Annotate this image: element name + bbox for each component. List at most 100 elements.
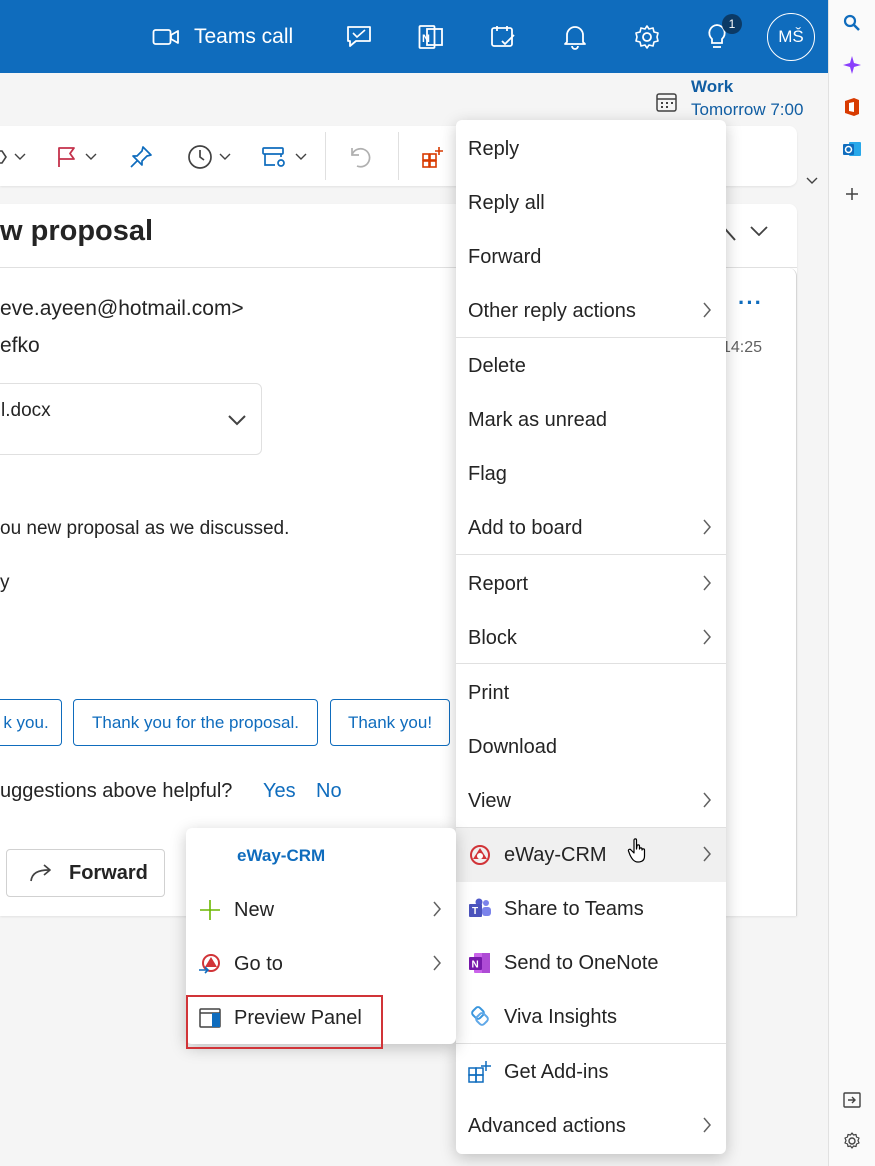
my-day-button[interactable] xyxy=(490,0,516,73)
forward-arrow-icon xyxy=(30,864,51,882)
submenu-item-label: New xyxy=(234,898,275,921)
menu-item-send-to-onenote[interactable]: N Send to OneNote xyxy=(456,936,726,990)
onenote-icon: N xyxy=(418,24,443,49)
chevron-right-icon xyxy=(703,846,711,862)
undo-button[interactable] xyxy=(347,142,373,172)
menu-item-reply-all[interactable]: Reply all xyxy=(456,176,726,230)
forward-button[interactable]: Forward xyxy=(6,849,165,897)
clock-icon xyxy=(188,145,212,169)
submenu-item-label: Go to xyxy=(234,952,283,975)
menu-item-advanced-actions[interactable]: Advanced actions xyxy=(456,1099,726,1153)
chevron-right-icon xyxy=(433,955,441,971)
outlook-icon[interactable] xyxy=(841,138,863,160)
undo-icon xyxy=(351,147,371,168)
menu-item-print[interactable]: Print xyxy=(456,666,726,720)
menu-item-get-add-ins[interactable]: Get Add-ins xyxy=(456,1045,726,1099)
menu-item-label: Send to OneNote xyxy=(504,951,659,974)
chevron-down-icon xyxy=(295,153,307,160)
rail-settings-icon[interactable] xyxy=(841,1130,863,1152)
chevron-right-icon xyxy=(703,302,711,318)
chevron-down-icon xyxy=(85,153,97,160)
menu-item-label: Download xyxy=(468,735,557,758)
menu-item-label: View xyxy=(468,789,511,812)
sender-address: eve.ayeen@hotmail.com> xyxy=(0,297,244,320)
attachment-card[interactable]: l.docx xyxy=(0,383,262,455)
menu-item-label: Flag xyxy=(468,462,507,485)
submenu-item-new[interactable]: New xyxy=(186,883,456,937)
tips-button[interactable] xyxy=(706,0,728,73)
settings-button[interactable] xyxy=(634,0,660,73)
copilot-icon[interactable] xyxy=(841,54,863,76)
chevron-down-icon[interactable] xyxy=(227,414,247,426)
snooze-button[interactable] xyxy=(187,142,231,172)
menu-item-flag[interactable]: Flag xyxy=(456,447,726,501)
categorize-button[interactable] xyxy=(0,142,26,172)
message-body-line: y xyxy=(0,572,10,593)
notifications-button[interactable] xyxy=(563,0,587,73)
suggested-reply[interactable]: k you. xyxy=(0,699,62,746)
menu-item-viva-insights[interactable]: Viva Insights xyxy=(456,990,726,1044)
flag-button[interactable] xyxy=(55,142,97,172)
menu-item-eway-crm[interactable]: eWay-CRM xyxy=(456,828,726,882)
chevron-down-icon xyxy=(219,153,231,160)
notification-badge: 1 xyxy=(722,14,742,34)
toolbar-divider xyxy=(325,132,326,180)
flag-icon xyxy=(58,147,75,167)
submenu-header: eWay-CRM xyxy=(237,846,326,865)
menu-item-report[interactable]: Report xyxy=(456,557,726,611)
expand-panel-icon[interactable] xyxy=(841,1089,863,1111)
top-bar: Teams call N 1 MŠ xyxy=(0,0,828,73)
pin-button[interactable] xyxy=(128,142,154,172)
message-time: 14:25 xyxy=(722,339,763,356)
message-body-line: ou new proposal as we discussed. xyxy=(0,518,290,539)
menu-item-add-to-board[interactable]: Add to board xyxy=(456,501,726,555)
search-icon[interactable] xyxy=(841,12,863,34)
calendar-check-icon xyxy=(491,25,515,47)
menu-item-label: Viva Insights xyxy=(504,1005,618,1028)
archive-rules-button[interactable] xyxy=(261,142,307,172)
submenu-item-go-to[interactable]: Go to xyxy=(186,937,456,991)
suggested-reply[interactable]: Thank you for the proposal. xyxy=(73,699,318,746)
plus-icon xyxy=(198,898,222,922)
teams-call-button[interactable]: Teams call xyxy=(152,0,293,73)
toolbar-expand-chevron-icon[interactable] xyxy=(806,177,818,185)
chat-button[interactable] xyxy=(345,0,373,73)
eway-goto-icon xyxy=(198,952,222,976)
menu-item-download[interactable]: Download xyxy=(456,720,726,774)
avatar[interactable]: MŠ xyxy=(767,13,815,61)
svg-text:N: N xyxy=(422,33,430,45)
chevron-down-icon xyxy=(14,153,26,160)
feedback-yes-link[interactable]: Yes xyxy=(263,780,296,803)
calendar-icon xyxy=(656,93,677,112)
suggested-reply[interactable]: Thank you! xyxy=(330,699,450,746)
menu-item-label: Share to Teams xyxy=(504,897,644,920)
feedback-question: uggestions above helpful? xyxy=(0,780,233,802)
apps-add-icon xyxy=(468,1060,492,1084)
apps-add-icon xyxy=(422,147,443,168)
onenote-button[interactable]: N xyxy=(418,0,444,73)
menu-item-other-reply-actions[interactable]: Other reply actions xyxy=(456,284,726,338)
menu-item-reply[interactable]: Reply xyxy=(456,122,726,176)
menu-item-share-to-teams[interactable]: T Share to Teams xyxy=(456,882,726,936)
menu-item-forward[interactable]: Forward xyxy=(456,230,726,284)
reminder-time: Tomorrow 7:00 xyxy=(691,100,804,119)
archive-settings-icon xyxy=(262,147,285,167)
add-app-icon[interactable] xyxy=(841,183,863,205)
office-icon[interactable] xyxy=(841,96,863,118)
menu-item-block[interactable]: Block xyxy=(456,611,726,665)
menu-item-mark-as-unread[interactable]: Mark as unread xyxy=(456,393,726,447)
menu-divider xyxy=(456,1043,726,1044)
reminder-title: Work xyxy=(691,77,734,96)
menu-item-label: Delete xyxy=(468,354,526,377)
teams-icon: T xyxy=(468,897,492,921)
feedback-no-link[interactable]: No xyxy=(316,780,342,803)
apps-button[interactable] xyxy=(421,142,445,172)
menu-item-delete[interactable]: Delete xyxy=(456,339,726,393)
highlight-box xyxy=(186,995,383,1049)
chevron-right-icon xyxy=(703,575,711,591)
recipient: efko xyxy=(0,334,40,357)
menu-item-label: Advanced actions xyxy=(468,1114,626,1137)
more-actions-icon[interactable]: ··· xyxy=(738,290,763,316)
menu-item-view[interactable]: View xyxy=(456,774,726,828)
bell-icon xyxy=(564,25,586,50)
